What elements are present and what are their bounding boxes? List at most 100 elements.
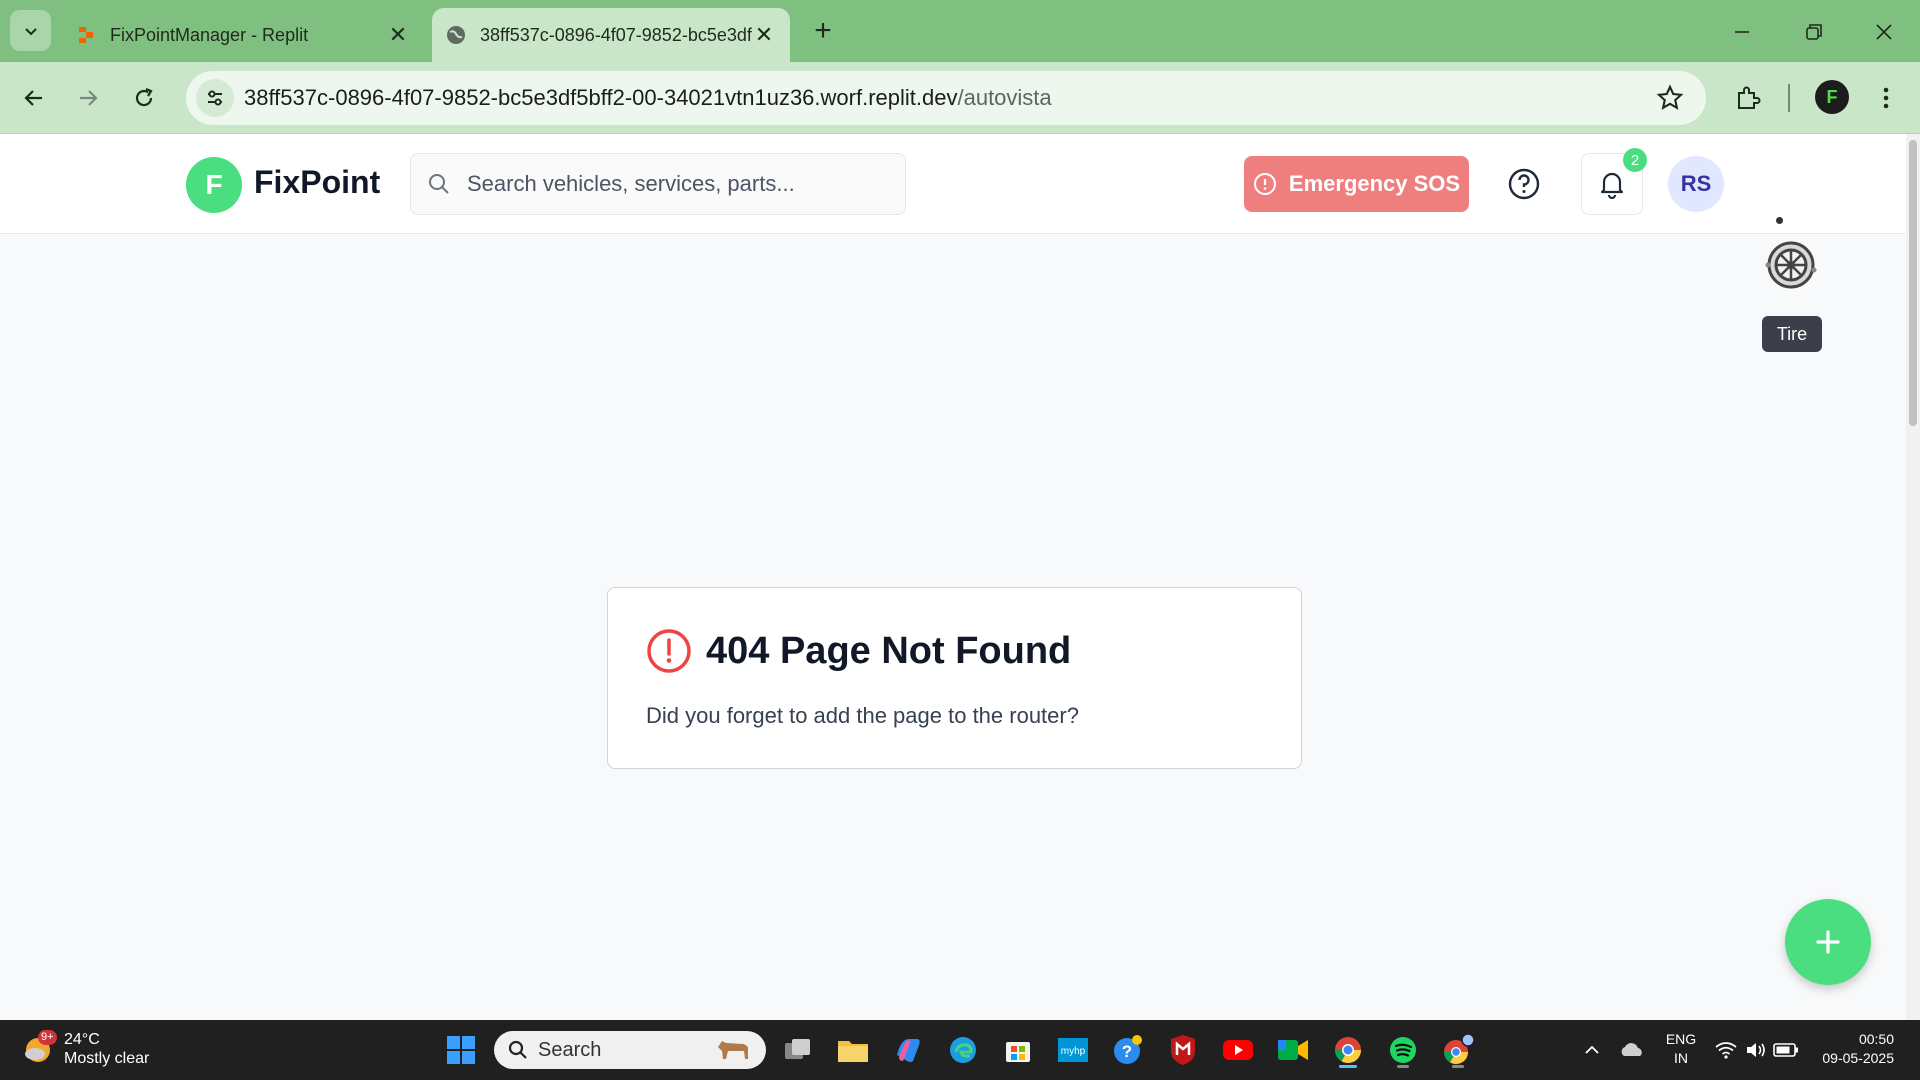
svg-text:?: ? <box>1122 1042 1132 1061</box>
reload-button[interactable] <box>124 78 164 118</box>
close-window-button[interactable] <box>1864 12 1904 52</box>
system-clock[interactable]: 00:50 09-05-2025 <box>1814 1030 1894 1068</box>
arrow-right-icon <box>80 90 98 106</box>
site-info-icon[interactable] <box>196 79 234 117</box>
profile-avatar[interactable]: F <box>1815 80 1849 114</box>
store-icon[interactable] <box>998 1030 1038 1070</box>
restore-icon <box>1806 24 1822 40</box>
running-indicator <box>1339 1065 1357 1068</box>
onedrive-icon[interactable] <box>1612 1030 1652 1070</box>
chevron-down-icon <box>24 27 37 35</box>
tab-title: FixPointManager - Replit <box>110 24 309 45</box>
myhp-icon[interactable]: myhp <box>1053 1030 1093 1070</box>
language-code: ENG <box>1665 1031 1697 1047</box>
mcafee-icon[interactable] <box>1163 1030 1203 1070</box>
add-fab-button[interactable] <box>1785 899 1871 985</box>
close-tab-icon[interactable]: ✕ <box>386 22 410 47</box>
clock-date: 09-05-2025 <box>1822 1050 1894 1066</box>
browser-menu-button[interactable] <box>1866 78 1906 118</box>
weather-moon-icon: 9+ <box>22 1030 57 1066</box>
logo[interactable]: F <box>186 157 242 213</box>
weather-widget[interactable]: 9+ 24°C Mostly clear <box>22 1030 149 1068</box>
alert-circle-icon <box>1253 173 1276 195</box>
notification-badge: 2 <box>1623 148 1647 172</box>
svg-text:myhp: myhp <box>1061 1046 1086 1057</box>
running-indicator <box>1397 1065 1409 1068</box>
taskbar-search[interactable]: Search <box>494 1031 766 1069</box>
sos-label: Emergency SOS <box>1288 171 1461 196</box>
more-vertical-icon <box>1883 87 1889 109</box>
minimize-icon <box>1735 31 1749 33</box>
file-explorer-icon[interactable] <box>833 1030 873 1070</box>
indicator-dot <box>1776 217 1783 224</box>
running-indicator <box>1452 1065 1464 1068</box>
search-input[interactable] <box>467 171 887 197</box>
card-header: 404 Page Not Found <box>646 628 1071 674</box>
weather-badge: 9+ <box>38 1030 57 1045</box>
minimize-button[interactable] <box>1722 12 1762 52</box>
language-indicator[interactable]: ENG IN <box>1664 1030 1698 1068</box>
tab-search-button[interactable] <box>10 10 51 51</box>
horse-icon <box>718 1041 748 1059</box>
arrow-left-icon <box>24 90 42 106</box>
browser-tab-bar: FixPointManager - Replit ✕ 38ff537c-0896… <box>0 0 1920 62</box>
tab-title: 38ff537c-0896-4f07-9852-bc5e3df <box>480 24 752 45</box>
tab-autovista[interactable]: 38ff537c-0896-4f07-9852-bc5e3df ✕ <box>432 8 790 62</box>
url-text: 38ff537c-0896-4f07-9852-bc5e3df5bff2-00-… <box>244 85 1052 111</box>
spotify-icon[interactable] <box>1383 1030 1423 1070</box>
restore-button[interactable] <box>1794 12 1834 52</box>
windows-taskbar: 9+ 24°C Mostly clear Search myhp ? ENG I… <box>0 1020 1920 1080</box>
weather-condition: Mostly clear <box>64 1050 150 1067</box>
emergency-sos-button[interactable]: Emergency SOS <box>1244 156 1469 212</box>
search-icon <box>508 1040 527 1059</box>
clock-time: 00:50 <box>1858 1031 1894 1047</box>
taskbar-search-label: Search <box>538 1038 602 1061</box>
reload-icon <box>135 87 153 107</box>
help-icon[interactable] <box>1506 166 1542 202</box>
browser-toolbar: 38ff537c-0896-4f07-9852-bc5e3df5bff2-00-… <box>0 62 1920 134</box>
address-bar[interactable]: 38ff537c-0896-4f07-9852-bc5e3df5bff2-00-… <box>186 71 1706 125</box>
bookmark-star-icon[interactable] <box>1656 84 1684 112</box>
forward-button[interactable] <box>68 78 108 118</box>
back-button[interactable] <box>14 78 54 118</box>
chevron-up-icon[interactable] <box>1572 1030 1612 1070</box>
url-path: /autovista <box>957 85 1052 110</box>
chrome-icon[interactable] <box>1328 1030 1368 1070</box>
not-found-card: 404 Page Not Found Did you forget to add… <box>607 587 1302 769</box>
windows-logo-icon <box>447 1036 475 1064</box>
tire-tooltip: Tire <box>1762 316 1822 352</box>
search-icon <box>429 174 449 194</box>
plus-icon <box>1816 930 1840 954</box>
chrome-profile-icon[interactable] <box>1438 1030 1478 1070</box>
alert-circle-icon <box>647 629 691 673</box>
toolbar-divider <box>1788 84 1790 112</box>
temperature: 24°C <box>64 1031 100 1048</box>
copilot-icon[interactable] <box>888 1030 928 1070</box>
tab-fixpointmanager[interactable]: FixPointManager - Replit ✕ <box>62 8 424 62</box>
edge-icon[interactable] <box>943 1030 983 1070</box>
weather-text: 24°C Mostly clear <box>64 1030 149 1068</box>
get-help-icon[interactable]: ? <box>1108 1030 1148 1070</box>
bell-icon <box>1600 172 1624 199</box>
youtube-icon[interactable] <box>1218 1030 1258 1070</box>
error-message: Did you forget to add the page to the ro… <box>646 703 1079 728</box>
search-box[interactable] <box>410 153 906 215</box>
extensions-button[interactable] <box>1728 78 1768 118</box>
scrollbar-thumb[interactable] <box>1909 140 1917 426</box>
tire-icon[interactable] <box>1762 236 1820 294</box>
app-header: F FixPoint Emergency SOS 2 RS <box>0 134 1906 234</box>
region-code: IN <box>1674 1050 1688 1066</box>
close-icon <box>1876 24 1892 40</box>
start-button[interactable] <box>441 1030 481 1070</box>
new-tab-button[interactable]: + <box>806 14 840 48</box>
replit-icon <box>79 27 93 43</box>
brand-name[interactable]: FixPoint <box>254 164 380 201</box>
battery-icon[interactable] <box>1766 1030 1806 1070</box>
error-title: 404 Page Not Found <box>706 629 1072 672</box>
page-scrollbar[interactable] <box>1906 134 1920 1020</box>
puzzle-icon <box>1738 86 1761 109</box>
close-tab-icon[interactable]: ✕ <box>752 22 776 47</box>
task-view-icon[interactable] <box>778 1030 818 1070</box>
user-avatar[interactable]: RS <box>1668 156 1724 212</box>
meet-icon[interactable] <box>1273 1030 1313 1070</box>
